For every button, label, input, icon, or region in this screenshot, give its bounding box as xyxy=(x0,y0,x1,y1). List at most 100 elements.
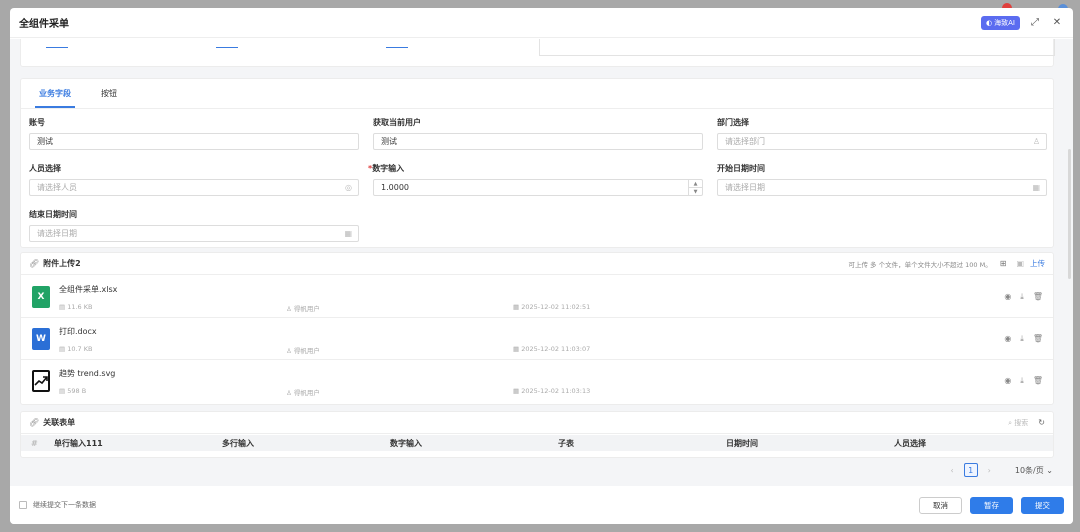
form-modal: 全组件采单 ◐ 海致AI ⤢ ✕ 业务字段 按钮 账号 测试 获取当前用户 测试 xyxy=(10,8,1073,524)
calendar-icon: ▦ xyxy=(344,229,352,238)
person-placeholder: 请选择人员 xyxy=(37,183,77,192)
related-form-header: 🔗︎ 关联表单 ⌕ 搜索 ↻ xyxy=(21,412,1053,434)
current-user-field[interactable]: 测试 xyxy=(373,133,703,150)
column-header: 日期时间 xyxy=(726,438,758,448)
list-view-icon[interactable]: ▣ xyxy=(1016,259,1024,268)
current-user-label: 获取当前用户 xyxy=(373,118,421,127)
attachments-card: 🔗︎ 附件上传2 可上传 多 个文件，单个文件大小不超过 100 M。 ⊞ ▣ … xyxy=(20,252,1054,405)
related-form-title: 关联表单 xyxy=(43,418,76,427)
file-uploader: ♙ 得帆用户 xyxy=(286,305,320,313)
page-size-select[interactable]: 10条/页 ⌄ xyxy=(1015,465,1053,476)
column-header: 人员选择 xyxy=(894,438,926,448)
continue-checkbox[interactable] xyxy=(19,501,27,509)
excel-file-icon: X xyxy=(32,286,50,308)
submit-button[interactable]: 提交 xyxy=(1021,496,1064,514)
business-fields-card: 业务字段 按钮 账号 测试 获取当前用户 测试 部门选择 请选择部门 ♙ 人员选… xyxy=(20,78,1054,248)
textarea[interactable] xyxy=(539,39,1055,56)
download-icon[interactable]: ⤓ xyxy=(1020,376,1024,386)
column-header: 多行输入 xyxy=(222,438,254,448)
pagination: ‹ 1 › 10条/页 ⌄ xyxy=(950,463,1053,477)
start-datetime-picker[interactable]: 请选择日期 ▦ xyxy=(717,179,1047,196)
table-header: # 单行输入111 多行输入 数字输入 子表 日期时间 人员选择 xyxy=(21,435,1053,451)
file-row: W 打印.docx ▤ 10.7 KB ♙ 得帆用户 ▦ 2025-12-02 … xyxy=(21,318,1053,360)
ai-icon: ◐ xyxy=(986,18,993,27)
tab-bar: 业务字段 按钮 xyxy=(21,79,1053,109)
number-label-text: 数字输入 xyxy=(372,164,405,173)
user-circle-icon: ◎ xyxy=(345,183,352,192)
field-underline xyxy=(46,47,68,48)
number-value: 1.0000 xyxy=(381,183,409,192)
trend-svg-icon xyxy=(32,370,50,392)
save-draft-button[interactable]: 暂存 xyxy=(970,496,1013,514)
delete-icon[interactable]: 🗑︎ xyxy=(1033,376,1043,386)
person-label: 人员选择 xyxy=(29,164,61,173)
file-row: X 全组件采单.xlsx ▤ 11.6 KB ♙ 得帆用户 ▦ 2025-12-… xyxy=(21,276,1053,318)
related-form-card: 🔗︎ 关联表单 ⌕ 搜索 ↻ # 单行输入111 多行输入 数字输入 子表 日期… xyxy=(20,411,1054,458)
grid-view-icon[interactable]: ⊞ xyxy=(1000,259,1007,268)
continue-label: 继续提交下一条数据 xyxy=(33,501,96,509)
preview-icon[interactable]: ◉ xyxy=(1004,292,1011,302)
file-uploader: ♙ 得帆用户 xyxy=(286,347,320,355)
start-datetime-placeholder: 请选择日期 xyxy=(725,183,765,192)
file-name[interactable]: 全组件采单.xlsx xyxy=(59,284,117,295)
attachments-hint: 可上传 多 个文件，单个文件大小不超过 100 M。 xyxy=(848,260,992,269)
column-header: 数字输入 xyxy=(390,438,422,448)
stepper-down-icon[interactable]: ▼ xyxy=(689,188,702,195)
upload-button[interactable]: 上传 xyxy=(1030,258,1045,269)
field-underline xyxy=(216,47,238,48)
account-label: 账号 xyxy=(29,118,45,127)
file-actions: ◉ ⤓ 🗑︎ xyxy=(1004,376,1043,386)
expand-icon[interactable]: ⤢ xyxy=(1028,16,1042,30)
file-size: ▤ 598 B xyxy=(59,387,87,395)
page-number[interactable]: 1 xyxy=(963,463,978,477)
scrollbar[interactable] xyxy=(1068,149,1071,279)
refresh-icon[interactable]: ↻ xyxy=(1038,418,1045,427)
file-uploader: ♙ 得帆用户 xyxy=(286,389,320,397)
link-icon: 🔗︎ xyxy=(29,418,40,427)
file-size: ▤ 11.6 KB xyxy=(59,303,93,311)
modal-body: 业务字段 按钮 账号 测试 获取当前用户 测试 部门选择 请选择部门 ♙ 人员选… xyxy=(10,39,1073,486)
word-file-icon: W xyxy=(32,328,50,350)
preview-icon[interactable]: ◉ xyxy=(1004,334,1011,344)
file-name[interactable]: 趋势 trend.svg xyxy=(59,368,115,379)
delete-icon[interactable]: 🗑︎ xyxy=(1033,334,1043,344)
end-datetime-placeholder: 请选择日期 xyxy=(37,229,77,238)
dept-select[interactable]: 请选择部门 ♙ xyxy=(717,133,1047,150)
tab-business-fields[interactable]: 业务字段 xyxy=(35,79,75,108)
preview-icon[interactable]: ◉ xyxy=(1004,376,1011,386)
number-stepper[interactable]: ▲ ▼ xyxy=(688,180,702,195)
file-actions: ◉ ⤓ 🗑︎ xyxy=(1004,334,1043,344)
attachments-title: 附件上传2 xyxy=(43,259,81,268)
file-actions: ◉ ⤓ 🗑︎ xyxy=(1004,292,1043,302)
dept-label: 部门选择 xyxy=(717,118,749,127)
previous-section xyxy=(20,39,1055,67)
download-icon[interactable]: ⤓ xyxy=(1020,334,1024,344)
stepper-up-icon[interactable]: ▲ xyxy=(689,180,702,188)
ai-assistant-button[interactable]: ◐ 海致AI xyxy=(981,15,1020,30)
dept-placeholder: 请选择部门 xyxy=(725,137,765,146)
field-underline xyxy=(386,47,408,48)
account-field[interactable]: 测试 xyxy=(29,133,359,150)
close-icon[interactable]: ✕ xyxy=(1050,16,1064,30)
file-time: ▦ 2025-12-02 11:03:13 xyxy=(513,387,591,395)
modal-title: 全组件采单 xyxy=(19,19,69,30)
start-datetime-label: 开始日期时间 xyxy=(717,164,765,173)
number-label: *数字输入 xyxy=(368,163,404,174)
end-datetime-label: 结束日期时间 xyxy=(29,210,77,219)
number-input[interactable]: 1.0000 ▲ ▼ xyxy=(373,179,703,196)
file-row: 趋势 trend.svg ▤ 598 B ♙ 得帆用户 ▦ 2025-12-02… xyxy=(21,360,1053,402)
person-select[interactable]: 请选择人员 ◎ xyxy=(29,179,359,196)
cancel-button[interactable]: 取消 xyxy=(919,496,962,514)
download-icon[interactable]: ⤓ xyxy=(1020,292,1024,302)
next-page-icon[interactable]: › xyxy=(988,466,991,475)
file-time: ▦ 2025-12-02 11:02:51 xyxy=(513,303,591,311)
end-datetime-picker[interactable]: 请选择日期 ▦ xyxy=(29,225,359,242)
file-name[interactable]: 打印.docx xyxy=(59,326,97,337)
calendar-icon: ▦ xyxy=(1032,183,1040,192)
prev-page-icon[interactable]: ‹ xyxy=(950,466,953,475)
related-search[interactable]: ⌕ 搜索 xyxy=(1008,418,1028,428)
tab-buttons[interactable]: 按钮 xyxy=(101,79,117,108)
paperclip-icon: 🔗︎ xyxy=(29,259,40,268)
delete-icon[interactable]: 🗑︎ xyxy=(1033,292,1043,302)
column-index: # xyxy=(31,438,38,448)
